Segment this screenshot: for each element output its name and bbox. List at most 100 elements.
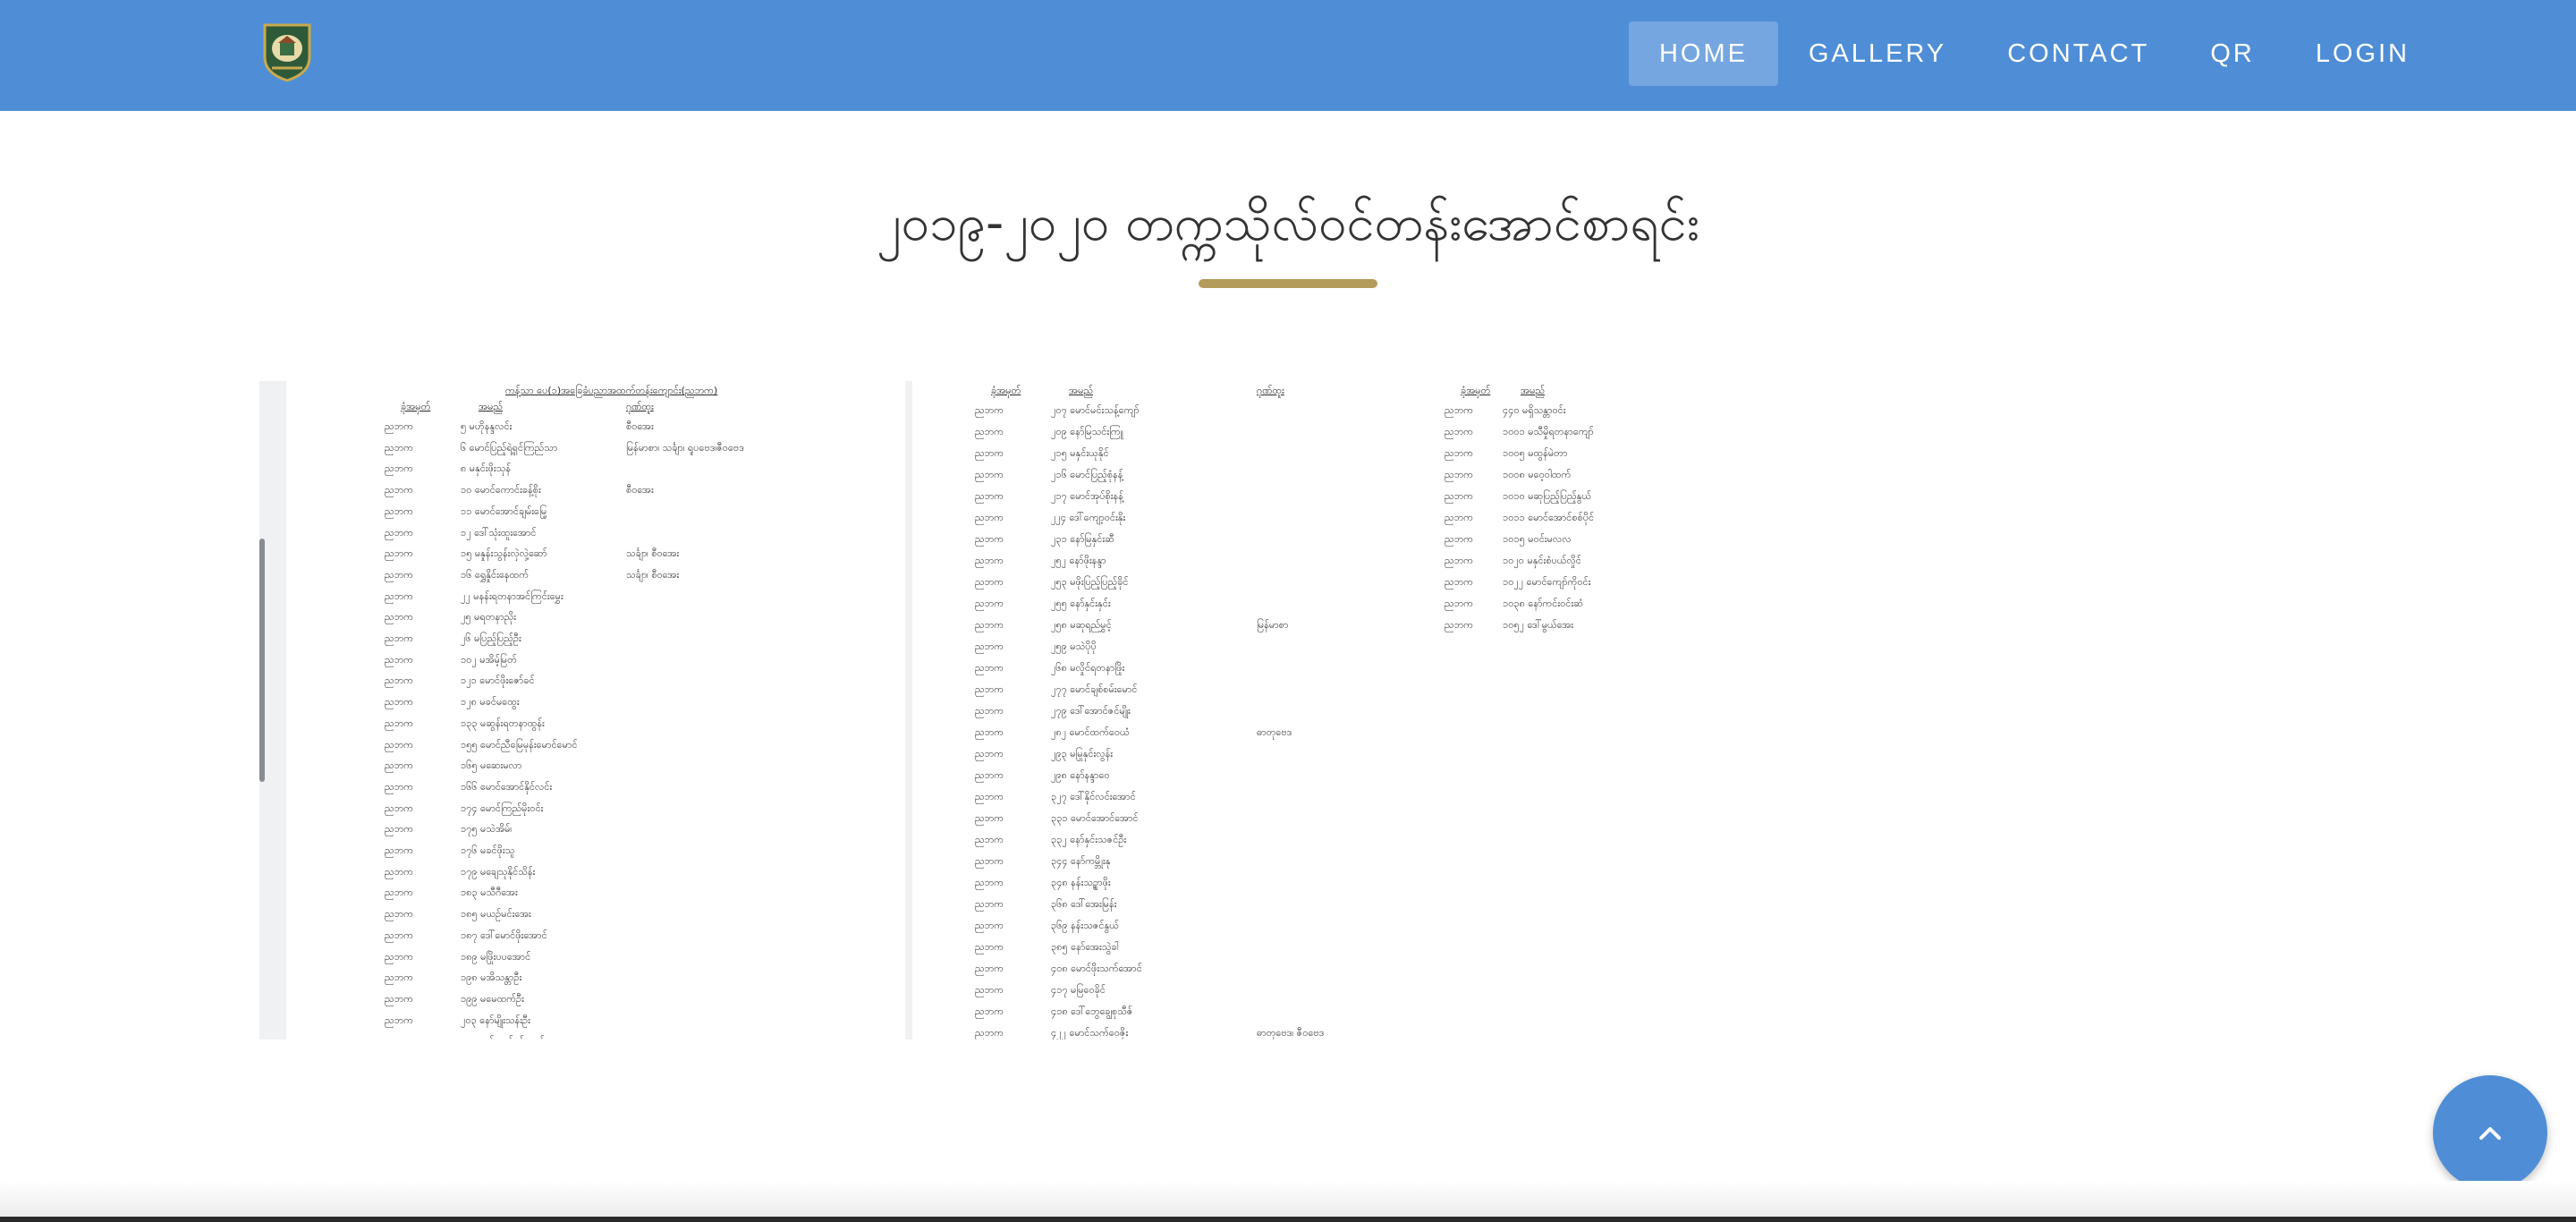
nav-gallery[interactable]: GALLERY [1778,21,1977,86]
result-list-row: ညဘက ၂၆၈ မလှိုင်ရတနာဖြိုး [912,662,1333,683]
row-roll-and-name: ၁၀၀၅ မထွန်မဲတာ [1503,447,1568,459]
result-list-row: ညဘက ၂၂ မနန်းရတနာအင်ကြင်းမွှေး [286,590,912,612]
row-session: ညဘက [385,526,413,539]
result-list-row: ညဘက ၂၅ မရတနာညိုး [286,611,912,632]
row-roll-and-name: ၈ မနှင်းဖိုးသုန် [461,462,512,475]
result-list-row: ညဘက ၁၈၅ မယဉ်မင်းအေး [286,908,912,929]
row-session: ညဘက [975,598,1004,609]
result-list-row: ညဘက ၄၂၂ မောင်သက်ဝေဇိုး ဓာတုဗေဒ၊ ဇီဝဗေဒ [912,1027,1333,1040]
row-roll-and-name: ၁၀၂၀ မနှင်းစံပယ်လှိုင် [1503,555,1581,566]
result-list-row: ညဘက ၄၁၇ မမြဝေခိုင် [912,984,1333,1006]
row-roll-and-name: ၄၄၀ မရှိသန္တာဝင်း [1503,404,1566,416]
row-session: ညဘက [1445,404,1473,416]
nav-qr[interactable]: QR [2180,21,2285,86]
result-list-column-header: အမည် [1069,385,1094,396]
row-session: ညဘက [385,972,413,984]
result-list-row: ညဘက၁၀၂၂ မောင်ကျော်ကိုဝင်းပထဝီဝင်၊သမိုင်း [1333,576,1619,598]
result-list-row: ညဘက ၂၃၁ နော်မြနှင်းဆီ [912,533,1333,555]
result-list-row: ညဘက ၄၀၈ မောင်ဖိုးသက်အောင် [912,963,1333,984]
row-distinctions: သင်္ချာ၊ စီဝအေး [626,568,680,581]
result-list-column-header: ဂုဏ်ထူး [1257,385,1284,396]
row-session: ညဘက [975,641,1004,652]
row-session: ညဘက [1445,619,1473,631]
row-session: ညဘက [975,898,1004,910]
row-roll-and-name: ၁၅ မနှုန်းသွန်းလှဲလှဲ့ဆော် [461,547,547,560]
result-list-row: ညဘက ၁၇၅ မသဲအိမ်၊ [286,823,912,844]
row-roll-and-name: ၁၀၂ မအိမ့်မြတ် [461,653,517,666]
nav-login[interactable]: LOGIN [2285,21,2440,86]
back-to-top-button[interactable] [2433,1075,2547,1190]
row-roll-and-name: ၁၇၅ မသဲအိမ်၊ [461,823,513,836]
row-roll-and-name: ၄၂၂ မောင်သက်ဝေဇိုး [1051,1027,1129,1039]
row-roll-and-name: ၁၆၅ မဆေးမလာ [461,760,522,772]
school-logo[interactable] [259,21,315,84]
row-session: ညဘက [385,950,413,963]
row-session: ညဘက [1445,469,1473,480]
result-list-page-3[interactable]: ခုံအမှတ်အမည်ဂုဏ်ထူးညဘက၄၄၀ မရှိသန္တာဝင်းည… [1333,381,1619,1040]
result-list-row: ညဘက ၁၃၃ မဆွန်းရတနာထွန်း [286,717,912,739]
row-roll-and-name: ၂၁၅ မနှင်းယုနိုင် [1051,447,1109,459]
result-list-row: ညဘက ၁၂ ဒေါ်သုံးထူးအောင် [286,527,912,548]
row-roll-and-name: ၁၇၆ မခင်ဖိုးသူ [461,844,515,856]
row-session: ညဘက [385,611,413,624]
row-roll-and-name: ၁၆ ရွှေနှိုင်းနေထက် [461,568,530,581]
row-roll-and-name: ၅ မဟိုနန္ဒလင်း [461,420,513,432]
row-session: ညဘက [385,780,413,793]
row-session: ညဘက [975,877,1004,888]
row-roll-and-name: ၁၆၆ မောင်အောင်နိုင်လင်း [461,780,553,793]
row-roll-and-name: ၁၂၁ မောင်ဖိုးဇော်ခင် [461,675,535,687]
result-list-row: ညဘက ၁၂၈ မခင်မထွေး [286,696,912,717]
result-list-page-1[interactable]: ကန့်သာ ပေ(၁)အ​ခြေခံပညာအထက်တန်းကျောင်း(ညဘ… [286,381,912,1040]
row-distinctions: စီဝအေး [626,420,654,432]
row-session: ညဘက [975,705,1004,717]
row-session: ညဘက [385,908,413,921]
row-session: ညဘက [385,653,413,666]
result-list-row: ညဘက ၁၀၃၈ နော်ကင်းဝင်းဆံ [1333,598,1619,619]
row-session: ညဘက [1445,512,1473,523]
row-session: ညဘက [975,748,1004,760]
result-list-row: ညဘက ၃၃၂ နော်နှင်းသဇင်ဦး [912,834,1333,855]
row-session: ညဘက [975,920,1004,931]
row-roll-and-name: ၆ မောင်ပြည့်ရဲ့ရှင်ကြည်သာ [461,441,558,454]
row-roll-and-name: ၁၅၅ မောင်ညီမြေမုန်းမောင်မောင် [461,738,578,751]
row-roll-and-name: ၁၃၃ မဆွန်းရတနာထွန်း [461,717,545,729]
row-roll-and-name: ၃၃၁ မောင်အောင်အောင် [1051,812,1139,824]
row-session: ညဘက [975,469,1004,480]
row-session: ညဘက [385,1014,413,1026]
row-session: ညဘက [975,533,1004,545]
result-list-row: ညဘက ၁၇၉ မချေသုနိုင်သိန်း [286,866,912,887]
row-roll-and-name: ၂၇၇ မောင်ချစ်စမ်းမောင် [1051,683,1138,695]
result-list-row: ညဘက ၂၂၄ ဒေါ်ကျော့ဝင်းနိုး [912,512,1333,533]
row-roll-and-name: ၃၆၉ နန်းသဇင်နွယ် [1051,920,1119,931]
result-list-page-2[interactable]: ခုံအမှတ် အမည် ဂုဏ်ထူး ညဘက ၂၀၇ မောင်မင်းသန့်က… [912,381,1333,1040]
row-roll-and-name: ၁၉၉ မမေထက်ဦး [461,992,524,1005]
row-session: ညဘက [385,887,413,899]
row-session: ညဘက [975,447,1004,459]
row-roll-and-name: ၁၈၃ မသီဂီအေး [461,887,518,899]
nav-home[interactable]: HOME [1628,21,1778,86]
row-roll-and-name: ၃၃၂ နော်နှင်းသဇင်ဦး [1051,834,1127,845]
row-session: ညဘက [385,844,413,856]
nav-contact[interactable]: CONTACT [1977,21,2180,86]
result-list-column-header: အမည် [479,401,504,412]
row-session: ညဘက [1445,576,1473,588]
result-list-row: ညဘက ၁၀၁၀ မဆုပြည့်ပြည့်နွယ် [1333,490,1619,512]
row-roll-and-name: ၂၀၇ မောင်မင်းသန့်ကျော် [1051,404,1140,416]
result-list-row: ညဘက ၁၇၆ မခင်ဖိုးသူ [286,844,912,866]
row-session: ညဘက [1445,490,1473,502]
result-list-row: ညဘက ၂၇၉ ဒေါ်အောင်ဇင်မျိုး [912,705,1333,726]
result-list-row: ညဘက ၂၅၂ နော်ဖိုးနန္ဒာ [912,555,1333,576]
result-list-row: ညဘက ၂၀၃ နော်မျိုးသန်းဦး [286,1014,912,1036]
result-list-row: ညဘက ၁၉၉ မမေထက်ဦး [286,993,912,1014]
result-list-row: ညဘက ၂၁၆ မောင်ပြည့်စုံနန့် [912,469,1333,490]
row-session: ညဘက [975,683,1004,695]
row-roll-and-name: ၁၈၅ မယဉ်မင်းအေး [461,908,531,921]
row-session: ညဘက [385,484,413,496]
gallery-scrollbar[interactable] [259,539,265,782]
result-list-column-header: ဂုဏ်ထူး [626,401,654,412]
row-roll-and-name: ၂၉၈ နော်နန္ဒာဝေ [1051,769,1110,781]
row-roll-and-name: ၃၄၈ နန်းသဥ္စာဖိုး [1051,877,1111,888]
row-roll-and-name: ၁၀၁၀ မဆုပြည့်ပြည့်နွယ် [1503,490,1592,502]
result-list-row: ညဘက ၃၂၇ ဒေါ်နိုင်လင်းအောင် [912,791,1333,812]
row-session: ညဘက [975,662,1004,674]
